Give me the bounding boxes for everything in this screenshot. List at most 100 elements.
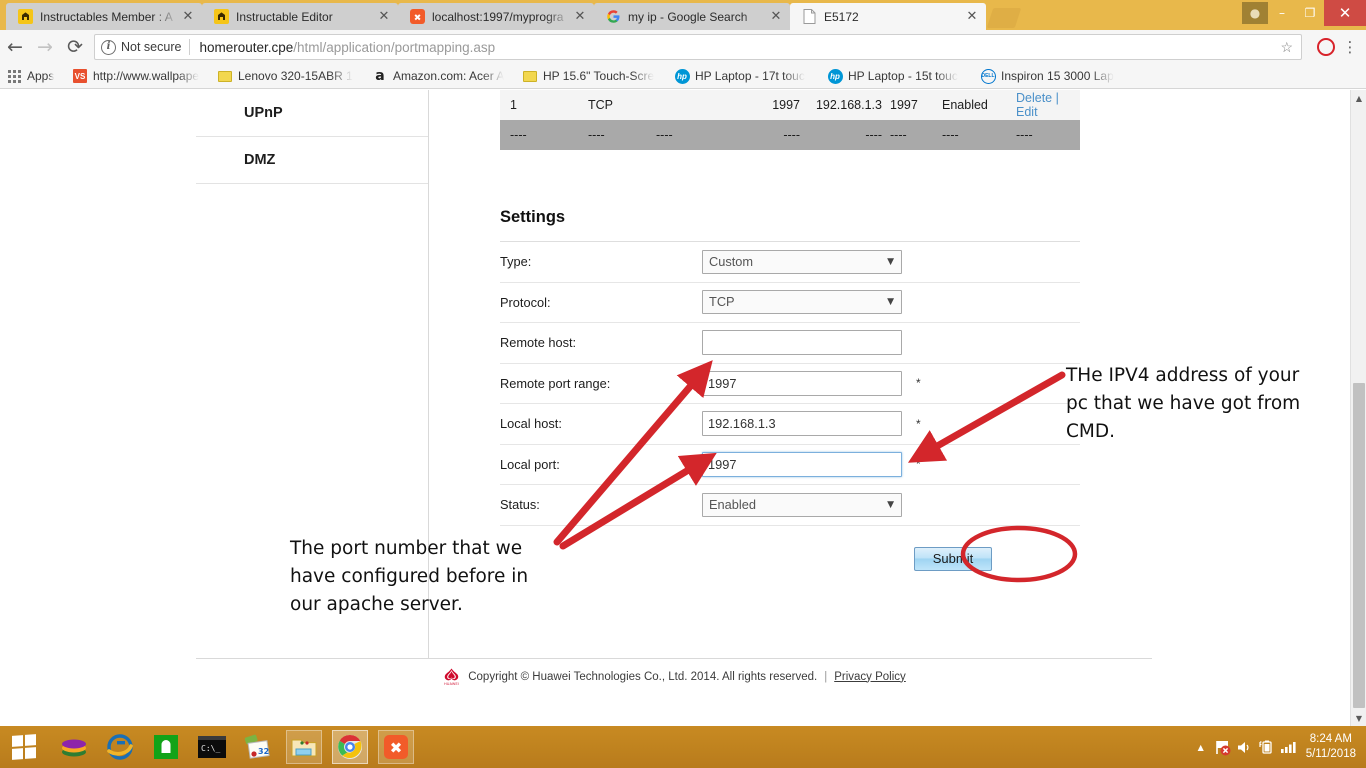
table-cell: 1997: [890, 98, 918, 112]
type-label: Type:: [500, 254, 532, 270]
opera-extension-icon[interactable]: [1317, 38, 1335, 56]
scrollbar-thumb[interactable]: [1353, 383, 1365, 708]
file-explorer-icon[interactable]: [286, 730, 322, 764]
port-mapping-table: 1 TCP 1997 192.168.1.3 1997 Enabled Delete | E…: [500, 90, 1080, 150]
restore-button[interactable]: ❐: [1296, 2, 1324, 24]
protocol-select[interactable]: TCP ▼: [702, 290, 902, 315]
action-center-flag-icon[interactable]: [1212, 726, 1234, 768]
protocol-value: TCP: [709, 294, 735, 310]
close-window-button[interactable]: ✕: [1324, 0, 1366, 26]
tab-close-icon[interactable]: ✕: [962, 9, 982, 24]
scroll-down-arrow-icon[interactable]: ▼: [1351, 710, 1366, 726]
bookmark-item[interactable]: Apps: [0, 65, 66, 87]
table-cell: ----: [588, 128, 605, 142]
minimize-button[interactable]: –: [1268, 2, 1296, 24]
bookmark-item[interactable]: hp HP Laptop - 15t touc: [821, 65, 974, 87]
bookmark-label: HP Laptop - 17t touc: [695, 69, 805, 83]
start-button[interactable]: [0, 726, 48, 768]
local-host-value: 192.168.1.3: [708, 416, 776, 432]
vertical-scrollbar[interactable]: ▲ ▼: [1350, 90, 1366, 726]
tab-close-icon[interactable]: ✕: [766, 9, 786, 24]
local-port-label: Local port:: [500, 456, 560, 472]
chevron-down-icon: ▼: [887, 499, 894, 510]
local-port-control: 1997: [702, 451, 902, 477]
footer-separator: |: [824, 670, 828, 683]
bookmark-item[interactable]: a Amazon.com: Acer A: [366, 65, 516, 87]
local-port-value: 1997: [708, 456, 737, 472]
table-row: 1 TCP 1997 192.168.1.3 1997 Enabled Delete | E…: [500, 90, 1080, 120]
taskbar-clock[interactable]: 8:24 AM 5/11/2018: [1300, 732, 1366, 762]
address-bar[interactable]: i Not secure homerouter.cpe/html/applica…: [94, 34, 1302, 60]
local-host-input[interactable]: 192.168.1.3: [702, 411, 902, 437]
type-select[interactable]: Custom ▼: [702, 249, 902, 274]
form-row: Protocol: TCP ▼: [500, 283, 1080, 323]
bookmark-item[interactable]: Lenovo 320-15ABR 1: [211, 65, 366, 87]
sticky-notes-icon[interactable]: 32: [240, 730, 276, 764]
chrome-menu-icon[interactable]: ⋮: [1340, 40, 1360, 55]
browser-tab[interactable]: my ip - Google Search ✕: [594, 3, 790, 30]
google-chrome-icon[interactable]: [332, 730, 368, 764]
battery-icon[interactable]: [1256, 726, 1278, 768]
form-row: Status: Enabled ▼: [500, 485, 1080, 526]
volume-icon[interactable]: [1234, 726, 1256, 768]
sidebar-item-upnp[interactable]: UPnP: [196, 90, 428, 137]
bookmark-item[interactable]: HP 15.6" Touch-Scre: [516, 65, 668, 87]
profile-button[interactable]: ●: [1242, 2, 1268, 24]
browser-tab-strip: Instructables Member : A ✕ Instructable Ed…: [0, 0, 1366, 30]
new-tab-button[interactable]: [986, 8, 1022, 28]
tab-title: E5172: [824, 9, 859, 24]
browser-tab[interactable]: E5172 ✕: [790, 3, 986, 30]
browser-tab[interactable]: Instructables Member : A ✕: [6, 3, 202, 30]
chevron-down-icon: ▼: [887, 297, 894, 308]
remote-port-range-value: 1997: [708, 375, 737, 391]
tab-close-icon[interactable]: ✕: [374, 9, 394, 24]
omnibox-divider: [189, 39, 191, 55]
browser-toolbar: ← → ⟳ i Not secure homerouter.cpe/html/a…: [0, 30, 1366, 64]
submit-button[interactable]: Submit: [914, 546, 992, 571]
xampp-icon[interactable]: ✖: [378, 730, 414, 764]
reload-icon[interactable]: ⟳: [60, 32, 90, 62]
window-controls: ● – ❐ ✕: [1242, 0, 1366, 30]
status-select[interactable]: Enabled ▼: [702, 492, 902, 517]
local-host-control: 192.168.1.3: [702, 411, 902, 437]
privacy-policy-link[interactable]: Privacy Policy: [834, 671, 906, 683]
tab-close-icon[interactable]: ✕: [178, 9, 198, 24]
network-signal-icon[interactable]: [1278, 726, 1300, 768]
bookmark-item[interactable]: DELL Inspiron 15 3000 Lap: [974, 65, 1129, 87]
vs-icon: VS: [72, 68, 88, 84]
edit-link[interactable]: Edit: [1016, 105, 1038, 119]
back-icon[interactable]: ←: [0, 32, 30, 62]
copyright-text: Copyright © Huawei Technologies Co., Ltd…: [468, 670, 818, 683]
svg-text:C:\_: C:\_: [201, 744, 220, 753]
tab-title: Instructable Editor: [236, 9, 333, 24]
command-prompt-icon[interactable]: C:\_: [194, 730, 230, 764]
internet-explorer-icon[interactable]: [102, 730, 138, 764]
tab-close-icon[interactable]: ✕: [570, 9, 590, 24]
local-port-input[interactable]: 1997: [702, 451, 902, 477]
scroll-up-arrow-icon[interactable]: ▲: [1351, 90, 1366, 106]
form-row: Remote host:: [500, 323, 1080, 364]
info-icon[interactable]: i: [101, 39, 116, 55]
svg-text:32: 32: [258, 747, 269, 756]
browser-tab[interactable]: Instructable Editor ✕: [202, 3, 398, 30]
page-icon: [801, 9, 817, 25]
remote-port-range-input[interactable]: 1997: [702, 370, 902, 396]
svg-text:✖: ✖: [390, 739, 403, 757]
tray-expand-chevron-icon[interactable]: ▲: [1190, 726, 1212, 768]
table-actions-cell: Delete | Edit: [1010, 90, 1080, 120]
bookmark-label: http://www.wallpape: [93, 69, 200, 83]
remote-host-input[interactable]: [702, 330, 902, 356]
submit-row: Submit: [500, 526, 1080, 592]
sidebar-item-dmz[interactable]: DMZ: [196, 137, 428, 184]
bookmark-item[interactable]: hp HP Laptop - 17t touc: [668, 65, 821, 87]
delete-link[interactable]: Delete: [1016, 91, 1052, 105]
windows-store-icon[interactable]: [148, 730, 184, 764]
bookmark-item[interactable]: VS http://www.wallpape: [66, 65, 211, 87]
winrar-icon[interactable]: [56, 730, 92, 764]
clock-date: 5/11/2018: [1305, 748, 1356, 760]
browser-tab[interactable]: ✖ localhost:1997/myprogra ✕: [398, 3, 594, 30]
forward-icon[interactable]: →: [30, 32, 60, 62]
content-divider: [428, 90, 429, 658]
tab-title: my ip - Google Search: [628, 9, 748, 24]
bookmark-star-icon[interactable]: ☆: [1280, 39, 1295, 56]
